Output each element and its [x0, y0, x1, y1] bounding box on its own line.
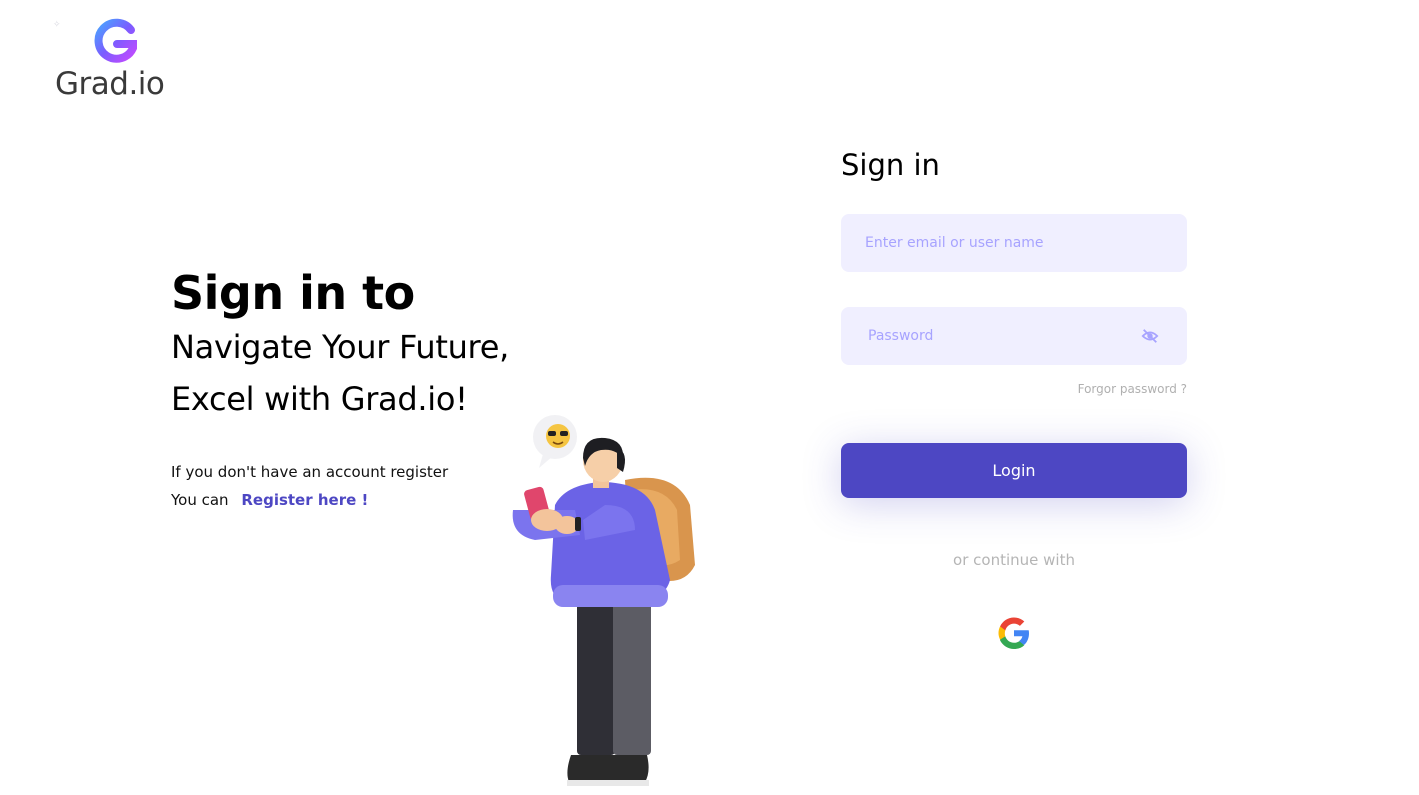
logo-g-icon [94, 18, 137, 63]
brand-logo: ✧ Grad.io [53, 18, 185, 103]
hero-headline: Sign in to Navigate Your Future, Excel w… [171, 266, 509, 424]
email-field[interactable]: Enter email or user name [841, 214, 1187, 272]
signin-title: Sign in [841, 148, 940, 182]
logo-text: Grad.io [55, 66, 165, 102]
hero-line-2: Excel with Grad.io! [171, 380, 468, 418]
login-button[interactable]: Login [841, 443, 1187, 498]
password-field[interactable]: Password [841, 307, 1187, 365]
register-prefix: You can [171, 491, 229, 509]
email-placeholder: Enter email or user name [865, 235, 1044, 251]
register-link[interactable]: Register here ! [241, 491, 368, 509]
logo-faint-mark: ✧ [53, 20, 61, 30]
forgot-password-link[interactable]: Forgor password ? [1060, 382, 1187, 396]
continue-with-label: or continue with [953, 551, 1075, 569]
google-icon[interactable] [996, 615, 1032, 651]
register-line-1: If you don't have an account register [171, 463, 449, 481]
hero-title: Sign in to [171, 266, 415, 320]
password-placeholder: Password [868, 328, 934, 344]
register-line-2: You can Register here ! [171, 486, 448, 514]
student-illustration [512, 415, 695, 786]
register-prompt: If you don't have an account register Yo… [171, 458, 448, 514]
hero-line-1: Navigate Your Future, [171, 328, 509, 366]
eye-slash-icon[interactable] [1141, 327, 1159, 345]
